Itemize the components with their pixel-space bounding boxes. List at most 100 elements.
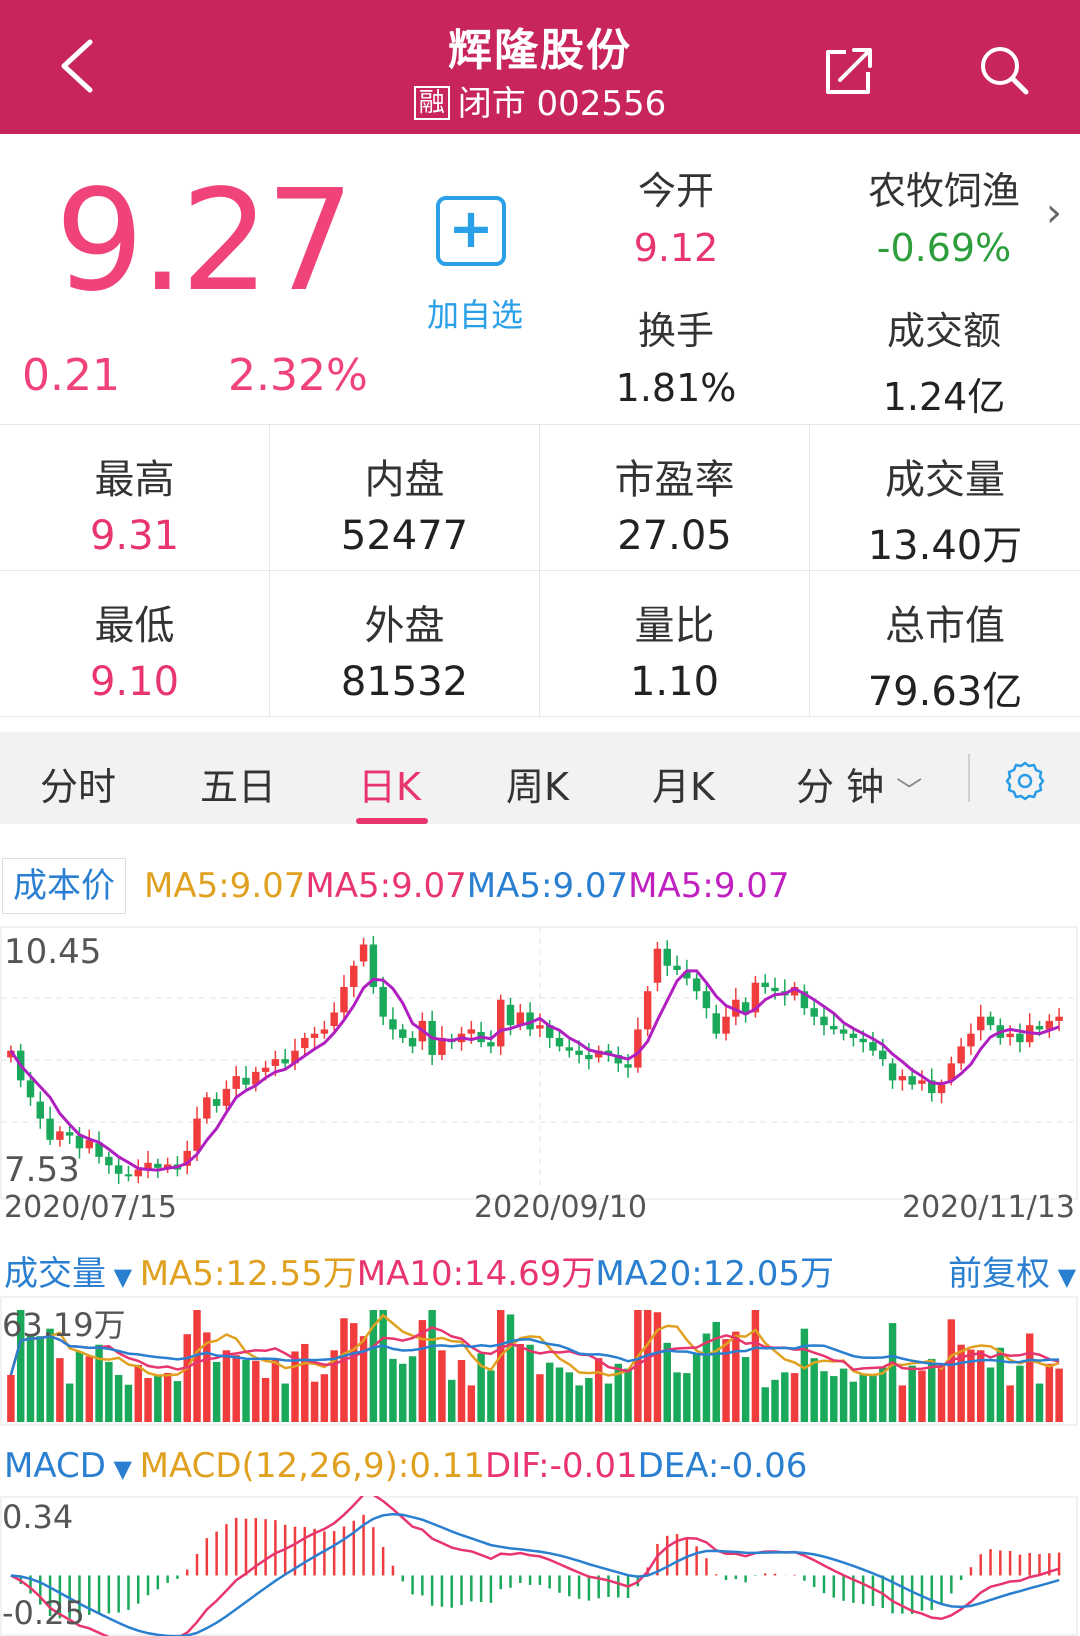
macd-chart[interactable]: [0, 1496, 1080, 1636]
price-change-pct: 2.32%: [228, 350, 368, 401]
stat-label: 最低: [94, 603, 175, 649]
tab-minute[interactable]: 分 钟 ﹀: [796, 756, 922, 811]
volume-bar: [643, 1310, 652, 1422]
stat-label: 量比: [634, 603, 715, 649]
ma-legend-2: MA5:9.07: [305, 866, 467, 906]
candle-body: [271, 1059, 280, 1066]
volume-bar: [937, 1363, 946, 1422]
stat-value: 1.10: [629, 659, 720, 705]
volume-bar: [134, 1364, 142, 1422]
price-change: 0.21: [22, 350, 120, 401]
candle-body: [643, 991, 652, 1030]
macd-params: MACD(12,26,9):0.11: [139, 1446, 486, 1486]
add-watchlist-label[interactable]: 加自选: [400, 290, 550, 336]
candle-body: [918, 1080, 926, 1084]
volume-bar: [212, 1361, 221, 1422]
candle-body: [565, 1047, 574, 1051]
stock-subtitle: 融闭市 002556: [0, 76, 1080, 125]
volume-bar: [986, 1367, 995, 1422]
volume-bar: [252, 1360, 260, 1422]
cost-price-button[interactable]: 成本价: [2, 858, 126, 914]
date-label-1: 2020/07/15: [4, 1190, 177, 1225]
date-label-3: 2020/11/13: [902, 1190, 1075, 1225]
volume-bar: [242, 1360, 250, 1422]
volume-bar: [301, 1343, 309, 1422]
gear-icon[interactable]: [1004, 760, 1046, 802]
open-label: 今开: [637, 169, 714, 213]
stat-low: 最低 9.10: [0, 571, 270, 717]
volume-bar: [849, 1381, 858, 1422]
candle-body: [977, 1016, 985, 1031]
volume-selector[interactable]: 成交量: [4, 1254, 106, 1294]
volume-bar: [859, 1374, 867, 1422]
volume-bar: [261, 1377, 270, 1422]
candle-body: [937, 1084, 946, 1094]
turnover-label: 换手: [637, 309, 714, 353]
candle-body: [575, 1050, 583, 1055]
stat-volume: 成交量 13.40万: [810, 425, 1080, 571]
candle-body: [105, 1156, 113, 1166]
volume-bar: [350, 1323, 358, 1422]
caret-down-icon[interactable]: ▼: [106, 1263, 140, 1291]
volume-bar: [310, 1381, 319, 1422]
volume-bar: [761, 1387, 769, 1422]
chart-tabs: 分时 五日 日K 周K 月K 分 钟 ﹀: [0, 732, 1080, 824]
share-icon[interactable]: [820, 42, 876, 98]
tab-five-day[interactable]: 五日: [200, 756, 276, 811]
adjust-selector[interactable]: 前复权 ▼: [948, 1246, 1076, 1295]
tab-weekly-k[interactable]: 周K: [506, 756, 569, 811]
volume-bar: [1045, 1363, 1054, 1422]
candle-body: [830, 1026, 838, 1030]
candle-body: [242, 1077, 250, 1085]
caret-down-icon[interactable]: ▼: [106, 1455, 140, 1483]
stats-grid: 最高 9.31 内盘 52477 市盈率 27.05 成交量 13.40万 最低 9.10…: [0, 424, 1080, 717]
candle-body: [506, 1004, 515, 1026]
volume-bar: [193, 1310, 201, 1422]
chevron-right-icon[interactable]: ›: [1046, 190, 1062, 236]
volume-bar: [359, 1336, 368, 1422]
candle-body: [310, 1033, 319, 1038]
volume-bar: [183, 1334, 191, 1422]
volume-bar: [1055, 1368, 1063, 1422]
volume-bar: [506, 1314, 515, 1422]
search-icon[interactable]: [976, 42, 1032, 98]
volume-bar: [65, 1383, 74, 1422]
volume-bar: [36, 1336, 45, 1422]
volume-chart[interactable]: [0, 1296, 1080, 1426]
vol-ma10-line: [9, 1326, 1060, 1376]
volume-bar: [575, 1385, 583, 1422]
candle-body: [330, 1012, 338, 1027]
volume-bar: [545, 1362, 554, 1422]
volume-bar: [56, 1358, 64, 1422]
candle-body: [741, 1002, 750, 1013]
candle-body: [1055, 1016, 1063, 1021]
candle-body: [536, 1025, 544, 1029]
volume-bar: [722, 1339, 730, 1422]
tab-monthly-k[interactable]: 月K: [652, 756, 715, 811]
candle-body: [389, 1019, 397, 1030]
stat-market-cap: 总市值 79.63亿: [810, 571, 1080, 717]
volume-bar: [114, 1374, 123, 1422]
candle-body: [859, 1038, 867, 1043]
macd-selector[interactable]: MACD: [4, 1446, 106, 1486]
volume-bar: [154, 1375, 162, 1422]
candle-body: [36, 1101, 45, 1119]
kline-chart[interactable]: [0, 926, 1080, 1200]
stat-pe: 市盈率 27.05: [540, 425, 810, 571]
volume-bar: [751, 1310, 760, 1422]
tab-intraday[interactable]: 分时: [40, 756, 116, 811]
candle-body: [722, 1016, 730, 1034]
candle-body: [555, 1037, 564, 1047]
volume-bar: [75, 1351, 84, 1422]
kline-y-min: 7.53: [4, 1150, 80, 1190]
volume-bar: [663, 1342, 671, 1422]
add-watchlist-button[interactable]: +: [436, 196, 506, 266]
sector-label[interactable]: 农牧饲渔: [824, 160, 1064, 215]
current-price: 9.27: [55, 160, 355, 323]
tab-daily-k[interactable]: 日K: [358, 756, 421, 811]
candle-body: [320, 1029, 329, 1034]
volume-bar: [879, 1367, 887, 1422]
volume-bar: [379, 1310, 387, 1422]
candle-body: [879, 1050, 887, 1060]
candle-body: [585, 1054, 593, 1060]
